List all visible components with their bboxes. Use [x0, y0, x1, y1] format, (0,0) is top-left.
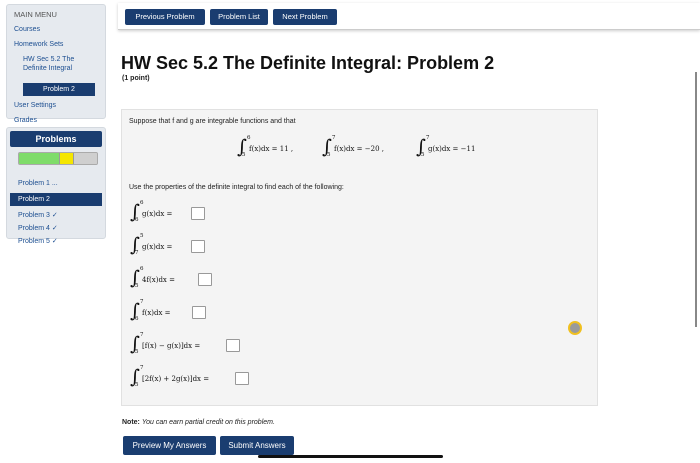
lower-limit: 5 — [135, 349, 139, 355]
progress-bar — [18, 152, 98, 165]
problem-list: Problem 1 ... Problem 2 Problem 3 ✓ Problem… — [10, 177, 102, 248]
upper-limit: 6 — [140, 266, 144, 272]
menu-link-user-settings[interactable]: User Settings — [7, 98, 105, 113]
upper-limit: 7 — [140, 332, 144, 338]
preview-answers-button[interactable]: Preview My Answers — [123, 436, 216, 455]
upper-limit: 7 — [140, 299, 144, 305]
problem-intro: Suppose that f and g are integrable func… — [129, 118, 296, 125]
problem-list-item[interactable]: Problem 4 ✓ — [10, 222, 102, 235]
answer-input[interactable] — [192, 306, 206, 319]
menu-link-current-problem[interactable]: Problem 2 — [23, 83, 95, 96]
lower-limit: 5 — [242, 152, 246, 158]
pointer-cursor — [568, 321, 582, 335]
problem-instruction: Use the properties of the definite integ… — [129, 184, 344, 191]
problem-list-item[interactable]: Problem 3 ✓ — [10, 209, 102, 222]
integrand: g(x)dx = — [142, 210, 173, 218]
sidebar: MAIN MENU Courses Homework Sets HW Sec 5… — [6, 4, 106, 245]
integrand: f(x)dx = −20 , — [334, 145, 384, 153]
lower-limit: 6 — [135, 316, 139, 322]
integrand: [2f(x) + 2g(x)]dx = — [142, 375, 210, 383]
previous-problem-button[interactable]: Previous Problem — [125, 9, 205, 25]
upper-limit: 7 — [426, 135, 430, 141]
integrand: [f(x) − g(x)]dx = — [142, 342, 201, 350]
upper-limit: 7 — [140, 365, 144, 371]
upper-limit: 6 — [247, 135, 251, 141]
top-navigation-bar: Previous Problem Problem List Next Probl… — [118, 3, 700, 30]
answer-input[interactable] — [235, 372, 249, 385]
page-title: HW Sec 5.2 The Definite Integral: Proble… — [121, 53, 495, 73]
integrand: g(x)dx = −11 — [428, 145, 476, 153]
main-menu-header: MAIN MENU — [14, 10, 57, 19]
lower-limit: 5 — [135, 382, 139, 388]
home-indicator — [258, 455, 443, 458]
problem-body: Suppose that f and g are integrable func… — [121, 109, 598, 406]
answer-input[interactable] — [191, 207, 205, 220]
problems-panel-title: Problems — [10, 131, 102, 147]
menu-link-homework-sets[interactable]: Homework Sets — [7, 37, 105, 52]
progress-segment — [19, 153, 59, 164]
lower-limit: 7 — [135, 250, 139, 256]
integrand: 4f(x)dx = — [142, 276, 175, 284]
progress-segment — [73, 153, 97, 164]
problem-list-button[interactable]: Problem List — [210, 9, 268, 25]
lower-limit: 5 — [327, 152, 331, 158]
answer-input[interactable] — [191, 240, 205, 253]
answer-input[interactable] — [226, 339, 240, 352]
problem-list-item[interactable]: Problem 1 ... — [10, 177, 102, 190]
note-text: You can earn partial credit on this prob… — [141, 419, 275, 426]
integrand: f(x)dx = — [142, 309, 171, 317]
answer-input[interactable] — [198, 273, 212, 286]
menu-link-grades[interactable]: Grades — [7, 113, 105, 128]
submit-answers-button[interactable]: Submit Answers — [220, 436, 294, 455]
main-menu: MAIN MENU Courses Homework Sets HW Sec 5… — [6, 4, 106, 124]
next-problem-button[interactable]: Next Problem — [273, 9, 337, 25]
problems-panel: Problems Problem 1 ... Problem 2 Problem 3… — [6, 127, 106, 245]
lower-limit: 5 — [135, 283, 139, 289]
upper-limit: 7 — [332, 135, 336, 141]
current-set-line2: Definite Integral — [23, 65, 73, 72]
scrollbar[interactable] — [695, 72, 697, 327]
menu-link-current-set[interactable]: HW Sec 5.2 The Definite Integral — [7, 52, 105, 76]
problem-list-item[interactable]: Problem 2 — [10, 193, 102, 206]
progress-segment — [58, 153, 74, 164]
upper-limit: 6 — [140, 200, 144, 206]
integrand: f(x)dx = 11 , — [249, 145, 294, 153]
current-set-line1: HW Sec 5.2 The — [23, 56, 75, 63]
problem-points: (1 point) — [122, 75, 150, 82]
integrand: g(x)dx = — [142, 243, 173, 251]
note-label: Note: — [122, 419, 140, 426]
menu-link-courses[interactable]: Courses — [7, 22, 105, 37]
lower-limit: 6 — [135, 217, 139, 223]
lower-limit: 5 — [421, 152, 425, 158]
upper-limit: 5 — [140, 233, 144, 239]
problem-list-item[interactable]: Problem 5 ✓ — [10, 235, 102, 248]
partial-credit-note: Note: You can earn partial credit on thi… — [122, 419, 275, 426]
